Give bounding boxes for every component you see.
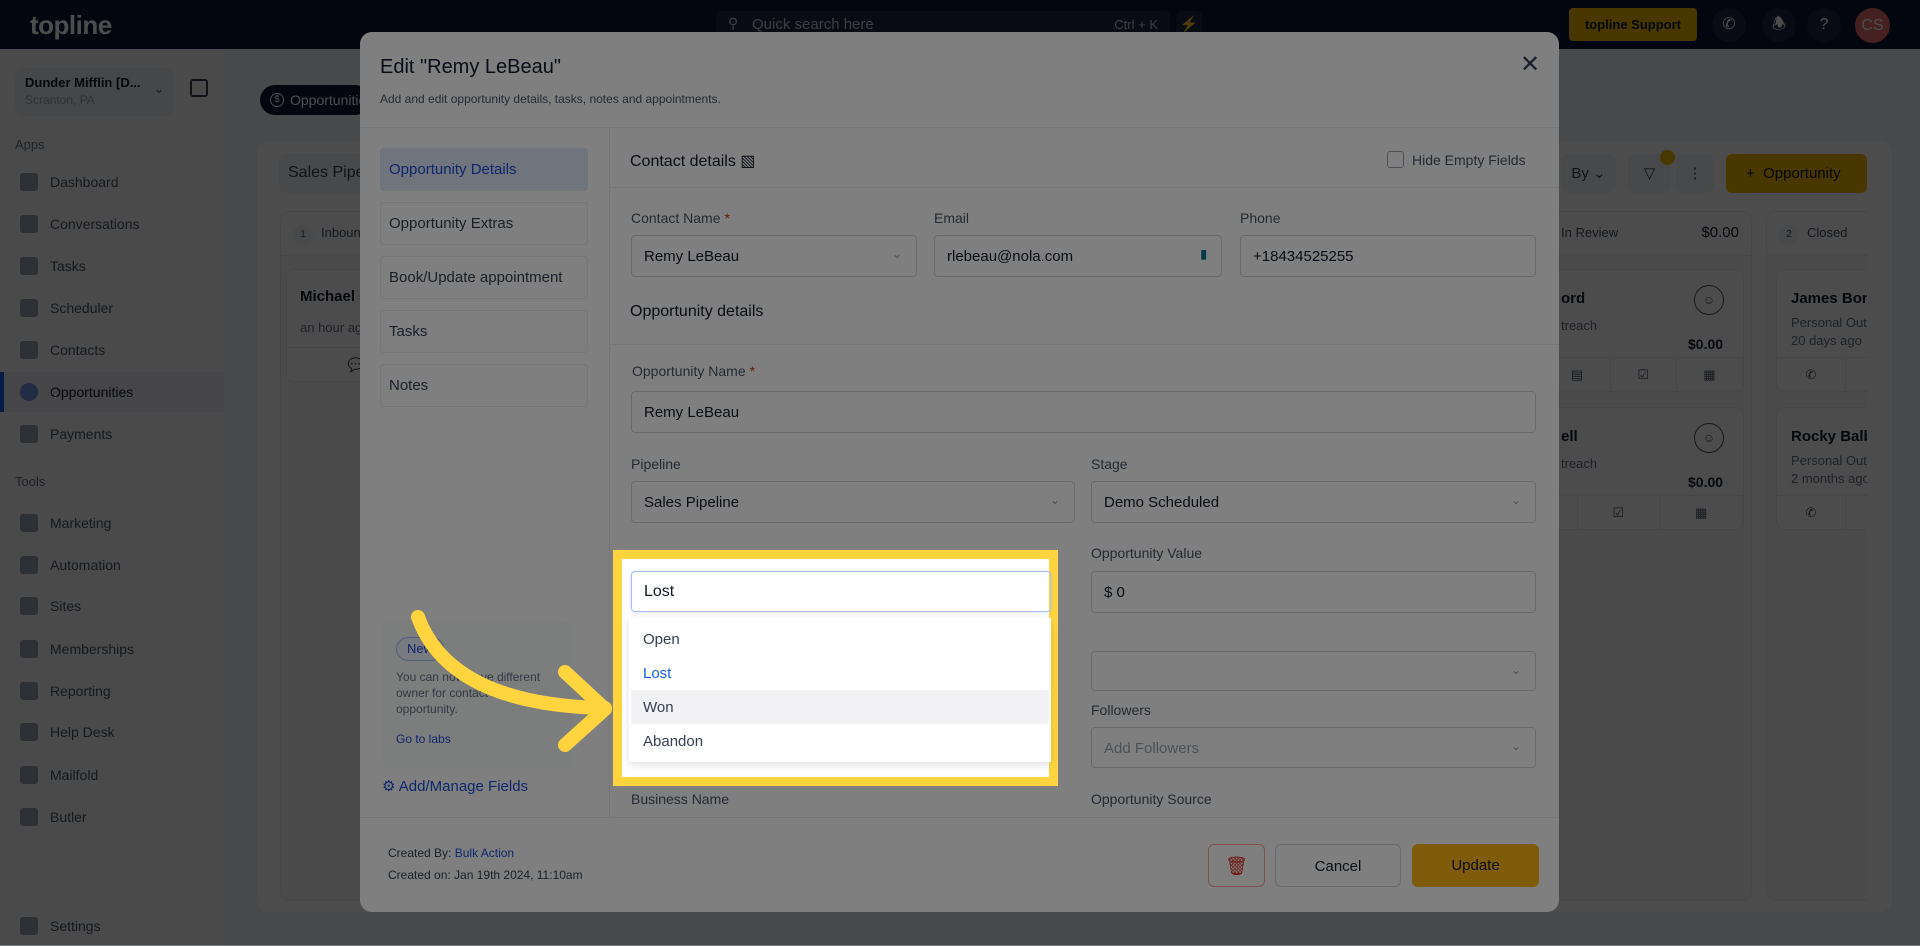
pipeline-label: Pipeline (631, 456, 681, 472)
divider (609, 187, 1559, 188)
created-by: Created By: Bulk Action (388, 846, 514, 860)
extension-icon[interactable]: ▮ (1200, 247, 1207, 261)
new-badge: New (396, 637, 445, 661)
divider (609, 128, 610, 817)
owner-select[interactable]: ⌄ (1091, 651, 1536, 691)
opportunity-name-field[interactable]: Remy LeBeau (631, 391, 1536, 433)
add-manage-fields-label: Add/Manage Fields (398, 778, 529, 795)
chevron-down-icon: ⌄ (1510, 663, 1521, 677)
cancel-button[interactable]: Cancel (1275, 844, 1401, 887)
status-option-lost[interactable]: Lost (631, 656, 1049, 690)
tab-book-appointment[interactable]: Book/Update appointment (380, 256, 588, 299)
update-button[interactable]: Update (1412, 844, 1539, 887)
contact-name-value: Remy LeBeau (644, 248, 740, 265)
status-dropdown-menu: Open Lost Won Abandon (629, 618, 1051, 762)
checkbox-label: Hide Empty Fields (1412, 151, 1526, 168)
email-value: rlebeau@nola.com (947, 248, 1074, 265)
tab-tasks[interactable]: Tasks (380, 310, 588, 353)
chevron-down-icon: ⌄ (1049, 493, 1060, 507)
modal-title: Edit "Remy LeBeau" (380, 56, 561, 78)
tab-notes[interactable]: Notes (380, 364, 588, 407)
divider (360, 127, 1559, 128)
divider (360, 817, 1559, 818)
phone-field[interactable]: +18434525255 (1240, 235, 1536, 277)
pipeline-select[interactable]: Sales Pipeline ⌄ (631, 481, 1075, 523)
created-by-label: Created By: (388, 846, 452, 860)
stage-select[interactable]: Demo Scheduled ⌄ (1091, 481, 1536, 523)
followers-label: Followers (1091, 702, 1151, 718)
status-option-open[interactable]: Open (631, 622, 1049, 656)
email-field[interactable]: rlebeau@nola.com ▮ (934, 235, 1222, 277)
contact-card-icon: ▧ (740, 153, 756, 170)
close-icon[interactable]: ✕ (1520, 50, 1540, 79)
heading-text: Contact details (630, 153, 736, 170)
go-to-labs-link[interactable]: Go to labs (396, 731, 558, 747)
status-highlight: Lost Open Lost Won Abandon (613, 550, 1058, 786)
status-option-won[interactable]: Won (631, 690, 1049, 724)
checkbox[interactable] (1387, 151, 1404, 168)
contact-name-label: Contact Name * (631, 210, 730, 226)
opportunity-name-label: Opportunity Name * (632, 363, 756, 379)
modal-subtitle: Add and edit opportunity details, tasks,… (380, 92, 721, 106)
followers-placeholder: Add Followers (1104, 740, 1200, 757)
add-manage-fields-link[interactable]: ⚙ Add/Manage Fields (382, 777, 528, 795)
created-on: Created on: Jan 19th 2024, 11:10am (388, 868, 583, 882)
chevron-down-icon: ⌄ (891, 247, 902, 261)
phone-label: Phone (1240, 210, 1281, 226)
labs-notice: New You can now have different owner for… (382, 621, 572, 769)
stage-label: Stage (1091, 456, 1128, 472)
created-by-link[interactable]: Bulk Action (455, 846, 514, 860)
opportunity-value-label: Opportunity Value (1091, 545, 1203, 561)
divider (609, 344, 1559, 345)
followers-select[interactable]: Add Followers ⌄ (1091, 727, 1536, 768)
contact-name-select[interactable]: Remy LeBeau ⌄ (631, 235, 917, 277)
labs-text: You can now have different owner for con… (396, 670, 541, 716)
stage-value: Demo Scheduled (1104, 494, 1220, 511)
tab-opportunity-extras[interactable]: Opportunity Extras (380, 202, 588, 245)
hide-empty-fields-checkbox[interactable]: Hide Empty Fields (1387, 151, 1526, 168)
contact-details-heading: Contact details ▧ (630, 151, 755, 171)
status-select[interactable]: Lost (631, 571, 1051, 612)
delete-button[interactable]: 🗑 (1208, 844, 1265, 887)
chevron-down-icon: ⌄ (1510, 493, 1521, 507)
business-name-label: Business Name (631, 791, 730, 807)
opportunity-details-heading: Opportunity details (630, 303, 764, 320)
gear-icon: ⚙ (382, 778, 396, 795)
trash-icon: 🗑 (1225, 856, 1248, 876)
chevron-down-icon: ⌄ (1510, 739, 1521, 753)
opportunity-source-label: Opportunity Source (1091, 791, 1212, 807)
email-label: Email (934, 210, 970, 226)
tab-opportunity-details[interactable]: Opportunity Details (380, 148, 588, 191)
status-option-abandon[interactable]: Abandon (631, 724, 1049, 758)
pipeline-value: Sales Pipeline (644, 494, 740, 511)
opportunity-value-field[interactable]: $ 0 (1091, 571, 1536, 613)
